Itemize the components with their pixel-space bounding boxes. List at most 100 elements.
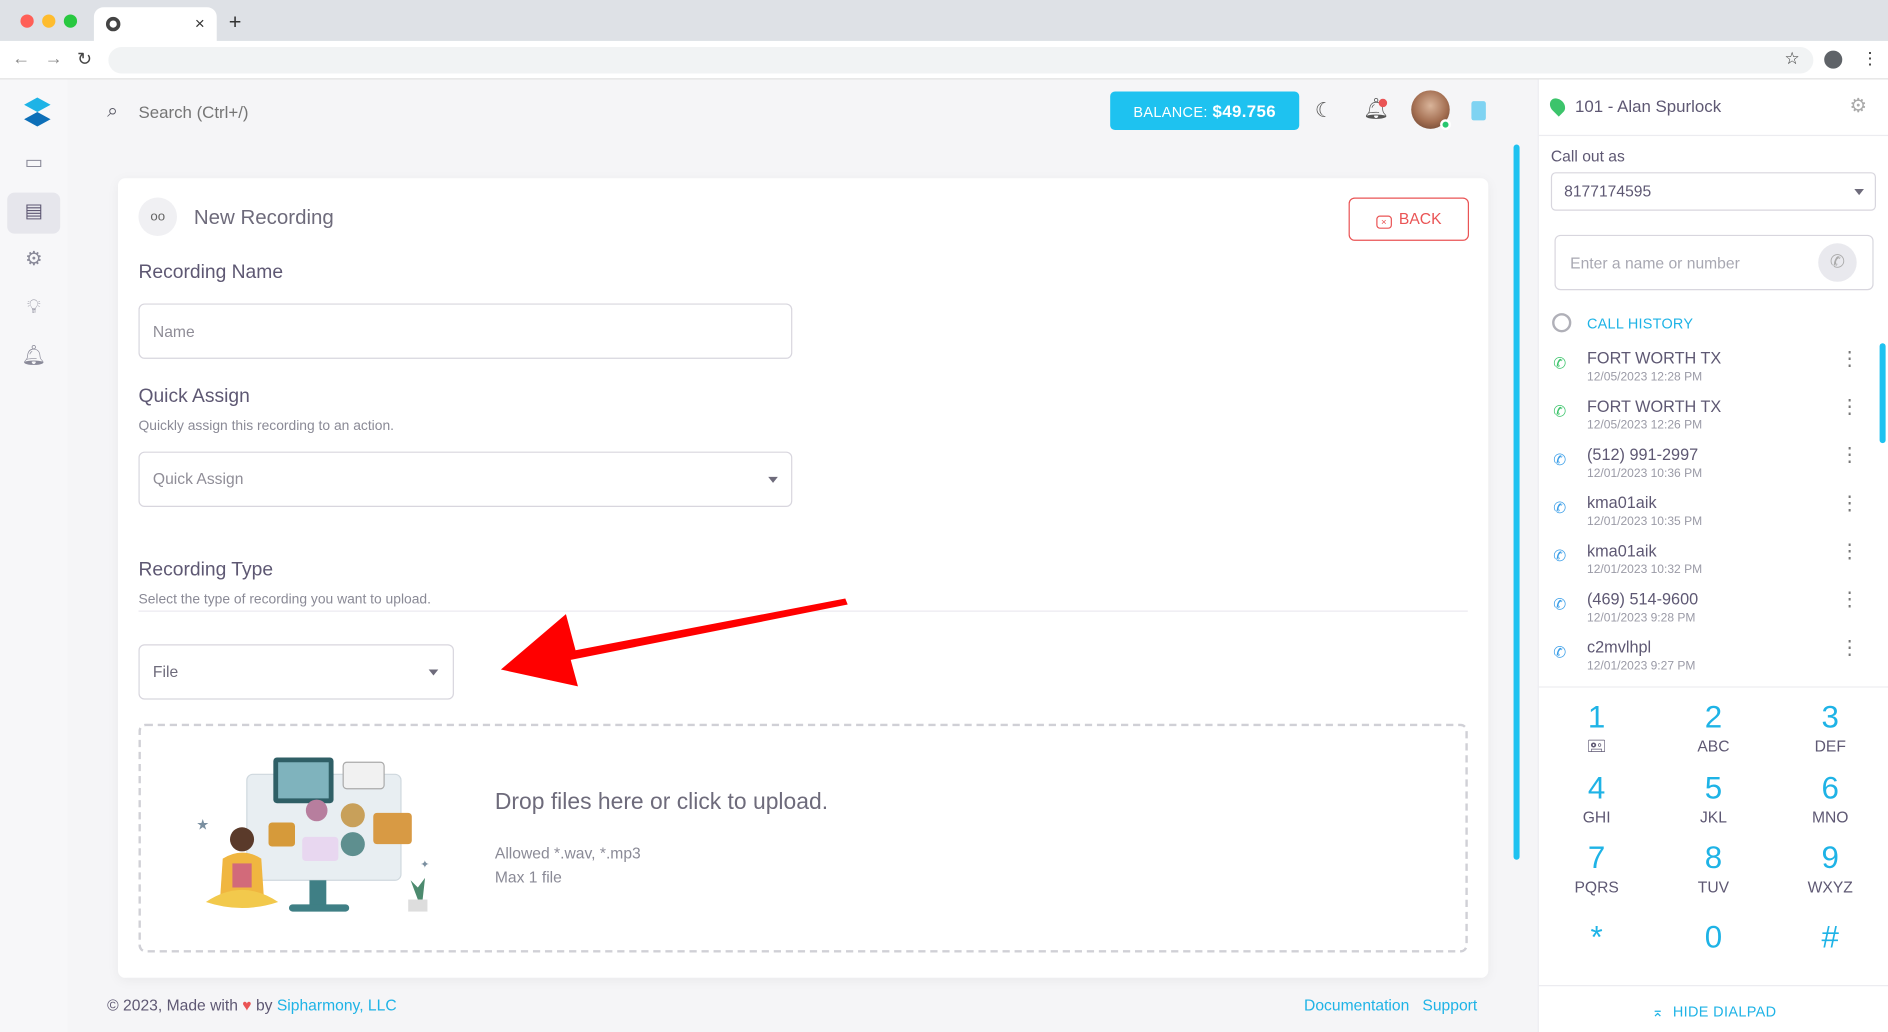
window-zoom-dot[interactable] (63, 14, 78, 28)
dialpad-letters: ABC (1697, 736, 1730, 756)
dialpad-letters: PQRS (1574, 877, 1619, 896)
call-history-item[interactable]: ✆ FORT WORTH TX 12/05/2023 12:28 PM ⋮ (1539, 349, 1876, 397)
favicon-icon (105, 16, 121, 32)
back-nav-icon[interactable]: ← (12, 48, 30, 68)
dialpad-key[interactable]: 2 ABC (1665, 698, 1761, 756)
recording-name-input[interactable] (138, 303, 793, 359)
dialpad-digit: # (1821, 918, 1839, 955)
dialpad-key[interactable]: * (1548, 919, 1644, 958)
app-shell: ▭ ▤ ⚙ 💡︎ 🔔︎ ⌕ BALANCE:$49.756 ☾ 🔔︎ oo Ne… (0, 79, 1888, 1032)
call-history-item[interactable]: ✆ c2mvlhpl 12/01/2023 9:27 PM ⋮ (1539, 638, 1876, 686)
browser-tabstrip: × + (0, 0, 1888, 41)
phone-icon: ✆ (1553, 546, 1567, 565)
main-scrollbar[interactable] (1513, 144, 1520, 860)
window-close-dot[interactable] (20, 14, 34, 28)
phone-panel-toggle-icon[interactable] (1471, 101, 1486, 121)
call-history-menu-icon[interactable]: ⋮ (1840, 638, 1859, 660)
dialpad-key[interactable]: 3 DEF (1782, 698, 1878, 756)
call-history-date: 12/01/2023 10:36 PM (1587, 467, 1703, 481)
phone-icon: ✆ (1553, 643, 1567, 662)
dialpad-divider (1538, 686, 1888, 688)
hide-dialpad-label: HIDE DIALPAD (1672, 1003, 1777, 1020)
call-history-menu-icon[interactable]: ⋮ (1840, 446, 1859, 468)
call-history-date: 12/01/2023 10:32 PM (1587, 563, 1703, 577)
dialpad-key[interactable]: 7 PQRS (1548, 839, 1644, 897)
dialpad-key[interactable]: 1 🖭 (1548, 698, 1644, 756)
call-history-item[interactable]: ✆ kma01aik 12/01/2023 10:35 PM ⋮ (1539, 494, 1876, 542)
dialpad-digit: 3 (1821, 698, 1839, 735)
recording-name-label: Recording Name (138, 262, 284, 283)
company-link[interactable]: Sipharmony, LLC (277, 996, 397, 1014)
dashboard-icon[interactable]: ▭ (22, 152, 46, 176)
notification-icon[interactable]: 🔔︎ (22, 344, 46, 368)
back-button[interactable]: × BACK (1348, 197, 1470, 241)
call-history-menu-icon[interactable]: ⋮ (1840, 590, 1859, 612)
dialpad-letters: JKL (1699, 808, 1727, 827)
chevron-down-icon (768, 476, 778, 483)
moon-icon[interactable]: ☾ (1315, 99, 1333, 123)
chevron-down-icon (428, 669, 439, 676)
call-history-menu-icon[interactable]: ⋮ (1840, 494, 1859, 516)
call-history-item[interactable]: ✆ FORT WORTH TX 12/05/2023 12:26 PM ⋮ (1539, 397, 1876, 445)
history-scrollbar[interactable] (1879, 343, 1886, 444)
dialpad-key[interactable]: 9 WXYZ (1782, 839, 1878, 897)
dialpad-digit: 6 (1821, 769, 1839, 806)
window-minimize-dot[interactable] (42, 14, 56, 28)
recording-type-select[interactable]: File (138, 644, 454, 700)
tab-close-icon[interactable]: × (195, 13, 205, 32)
svg-text:★: ★ (196, 818, 209, 834)
search-input[interactable] (138, 98, 500, 126)
copyright-text: © 2023, Made with (107, 995, 238, 1014)
dialpad-key[interactable]: 8 TUV (1665, 839, 1761, 897)
dialpad-key[interactable]: 0 (1665, 919, 1761, 958)
bookmark-star-icon[interactable]: ☆ (1784, 48, 1799, 68)
recordings-icon[interactable]: ▤ (22, 200, 46, 224)
call-history-item[interactable]: ✆ (512) 991-2997 12/01/2023 10:36 PM ⋮ (1539, 446, 1876, 494)
close-icon: × (1376, 215, 1392, 229)
call-history-menu-icon[interactable]: ⋮ (1840, 542, 1859, 564)
call-button[interactable]: ✆ (1818, 243, 1857, 282)
call-history-name: kma01aik (1587, 541, 1657, 560)
call-history-item[interactable]: ✆ kma01aik 12/01/2023 10:32 PM ⋮ (1539, 542, 1876, 590)
location-pin-icon (1546, 95, 1569, 117)
call-history-name: c2mvlhpl (1587, 638, 1652, 657)
hide-dialpad-divider (1538, 985, 1888, 987)
quick-assign-select[interactable]: Quick Assign (138, 451, 793, 507)
dialpad-key[interactable]: 6 MNO (1782, 769, 1878, 827)
dialpad-letters: 🖭 (1587, 736, 1606, 756)
dropzone-allowed: Allowed *.wav, *.mp3 (494, 844, 641, 863)
call-history-item[interactable]: ✆ (469) 514-9600 12/01/2023 9:28 PM ⋮ (1539, 590, 1876, 638)
forward-nav-icon[interactable]: → (45, 48, 63, 68)
new-tab-button[interactable]: + (229, 10, 242, 35)
call-history-menu-icon[interactable]: ⋮ (1840, 349, 1859, 371)
dialpad-letters: WXYZ (1807, 877, 1853, 896)
hide-dialpad-button[interactable]: ⌅ HIDE DIALPAD (1539, 1003, 1888, 1020)
dialpad-key[interactable]: 4 GHI (1548, 769, 1644, 827)
settings-icon[interactable]: ⚙ (22, 248, 46, 272)
address-bar[interactable] (108, 46, 1814, 74)
call-out-select[interactable]: 8177174595 (1550, 172, 1876, 211)
quick-assign-label: Quick Assign (138, 386, 250, 408)
reload-icon[interactable]: ↻ (77, 48, 92, 69)
gear-icon[interactable]: ⚙ (1849, 94, 1866, 118)
browser-tab[interactable]: × (93, 7, 217, 41)
balance-button[interactable]: BALANCE: $49.756 (1110, 91, 1300, 131)
dialpad-key[interactable]: 5 JKL (1665, 769, 1761, 827)
dialpad-digit: 7 (1587, 839, 1606, 876)
call-history-menu-icon[interactable]: ⋮ (1840, 397, 1859, 419)
browser-menu-icon[interactable]: ⋮ (1862, 48, 1879, 68)
search-icon[interactable]: ⌕ (107, 101, 118, 123)
documentation-link[interactable]: Documentation (1304, 996, 1409, 1014)
call-history-date: 12/01/2023 10:35 PM (1587, 515, 1703, 529)
quick-assign-help: Quickly assign this recording to an acti… (138, 419, 395, 434)
chevron-down-icon (1854, 189, 1864, 196)
dialpad-key[interactable]: # (1782, 919, 1878, 958)
sipharmony-logo[interactable] (22, 96, 53, 127)
voicemail-icon: oo (138, 197, 178, 237)
profile-icon[interactable] (1824, 50, 1843, 69)
file-dropzone[interactable]: ★ ✦ Drop files here or click to upload. … (138, 723, 1468, 953)
support-link[interactable]: Support (1422, 996, 1477, 1014)
dropzone-max: Max 1 file (494, 868, 562, 887)
phone-icon: ✆ (1553, 450, 1567, 469)
lightbulb-icon[interactable]: 💡︎ (22, 296, 46, 320)
